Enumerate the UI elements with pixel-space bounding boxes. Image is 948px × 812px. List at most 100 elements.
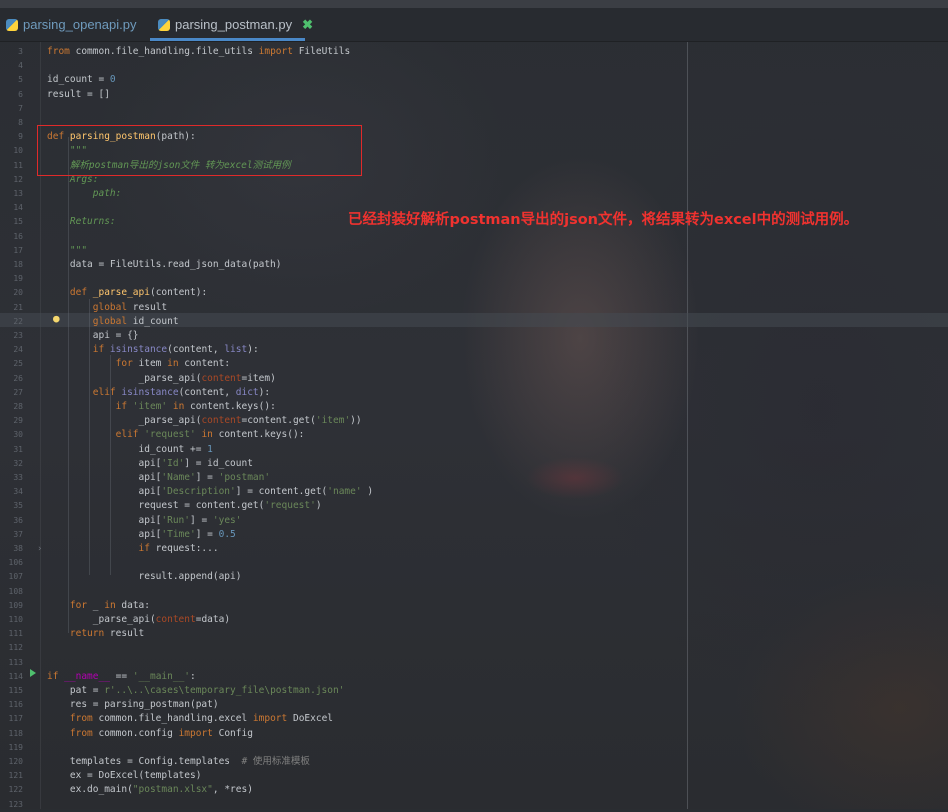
code-line[interactable]: 21 global result <box>0 301 948 315</box>
line-number: 106 <box>8 558 23 568</box>
code-line[interactable]: 123 <box>0 798 948 812</box>
code-line[interactable]: 5 id_count = 0 <box>0 73 948 87</box>
code-line[interactable]: 20 def _parse_api(content): <box>0 286 948 300</box>
code-line[interactable]: 108 <box>0 585 948 599</box>
code-line[interactable]: 4 <box>0 59 948 73</box>
line-number: 121 <box>8 771 23 781</box>
code-token: _parse_api( <box>47 614 156 625</box>
code-token: 'Name' <box>161 472 196 483</box>
code-line[interactable]: 109 for _ in data: <box>0 599 948 613</box>
lightbulb-icon[interactable]: ● <box>53 313 62 324</box>
code-text: ex = DoExcel(templates) <box>47 769 202 783</box>
code-line[interactable]: 16 <box>0 230 948 244</box>
line-number: 21 <box>13 302 23 312</box>
code-line[interactable]: 111 return result <box>0 627 948 641</box>
code-line[interactable]: 33 api['Name'] = 'postman' <box>0 471 948 485</box>
line-number: 110 <box>8 615 23 624</box>
code-line[interactable]: 32 api['Id'] = id_count <box>0 457 948 471</box>
code-line[interactable]: 36 api['Run'] = 'yes' <box>0 514 948 528</box>
code-text: pat = r'..\..\cases\temporary_file\postm… <box>47 684 345 698</box>
tab-parsing-postman[interactable]: parsing_postman.py ✖ <box>158 8 313 41</box>
code-line[interactable]: 19 <box>0 272 948 286</box>
code-line[interactable]: 120 templates = Config.templates # 使用标准模… <box>0 755 948 769</box>
code-line[interactable]: 115 pat = r'..\..\cases\temporary_file\p… <box>0 684 948 698</box>
code-line[interactable]: 23 api = {} <box>0 329 948 343</box>
code-line[interactable]: 122 ex.do_main("postman.xlsx", *res) <box>0 783 948 797</box>
code-line[interactable]: 31 id_count += 1 <box>0 443 948 457</box>
code-line[interactable]: 29 _parse_api(content=content.get('item'… <box>0 414 948 428</box>
code-text: global id_count <box>47 315 179 329</box>
code-line[interactable]: 22 global id_count <box>0 315 948 329</box>
tab-parsing-openapi[interactable]: parsing_openapi.py <box>6 8 136 41</box>
code-line[interactable]: 118 from common.config import Config <box>0 727 948 741</box>
line-number: 119 <box>8 742 23 752</box>
code-line[interactable]: 107 result.append(api) <box>0 570 948 584</box>
code-line[interactable]: 121 ex = DoExcel(templates) <box>0 769 948 783</box>
code-line[interactable]: 114 if __name__ == '__main__': <box>0 670 948 684</box>
line-number: 3 <box>18 47 23 56</box>
python-file-icon <box>6 18 18 31</box>
code-token: =item) <box>241 372 276 384</box>
code-token: if <box>47 543 156 554</box>
code-line[interactable]: 7 <box>0 102 948 116</box>
code-token: 'postman' <box>218 472 271 483</box>
run-icon[interactable] <box>30 669 36 677</box>
code-token: Returns: <box>47 216 116 228</box>
code-line[interactable]: 17 """ <box>0 244 948 258</box>
code-line[interactable]: 35 request = content.get('request') <box>0 499 948 513</box>
code-token: (content): <box>149 287 208 299</box>
code-line[interactable]: 28 if 'item' in content.keys(): <box>0 400 948 414</box>
code-token: for <box>47 599 93 611</box>
fold-expand-icon[interactable]: › <box>37 544 42 554</box>
code-line[interactable]: 26 _parse_api(content=item) <box>0 372 948 386</box>
code-token: list <box>224 344 248 356</box>
line-number: 25 <box>13 359 23 369</box>
code-line[interactable]: 27 elif isinstance(content, dict): <box>0 386 948 400</box>
code-token: (content, <box>167 344 225 356</box>
code-token: ex.do_main( <box>47 784 133 796</box>
code-line[interactable]: 106 <box>0 556 948 570</box>
code-token: (content, <box>178 386 236 398</box>
code-line[interactable]: 25 for item in content: <box>0 357 948 371</box>
code-token: request = content.get( <box>47 500 265 512</box>
line-number: 13 <box>13 189 23 198</box>
code-line[interactable]: 117 from common.file_handling.excel impo… <box>0 712 948 726</box>
code-text: api['Name'] = 'postman' <box>47 471 271 485</box>
code-line[interactable]: 37 api['Time'] = 0.5 <box>0 528 948 542</box>
annotation-text: 已经封装好解析postman导出的json文件，将结果转为excel中的测试用例… <box>348 212 859 228</box>
code-token: api[ <box>47 472 162 483</box>
code-line[interactable]: 13 path: <box>0 187 948 201</box>
code-token: in <box>167 358 185 370</box>
line-number: 12 <box>13 174 23 184</box>
line-number: 17 <box>13 245 23 255</box>
code-text: from common.file_handling.file_utils imp… <box>47 45 350 59</box>
close-tab-icon[interactable]: ✖ <box>302 17 313 33</box>
code-line[interactable]: 18 data = FileUtils.read_json_data(path) <box>0 258 948 272</box>
code-text: api['Id'] = id_count <box>47 457 253 471</box>
code-line[interactable]: 116 res = parsing_postman(pat) <box>0 698 948 712</box>
code-text: if request:... <box>47 542 219 556</box>
code-line[interactable]: 34 api['Description'] = content.get('nam… <box>0 485 948 499</box>
code-token: global <box>47 301 133 313</box>
code-text: elif 'request' in content.keys(): <box>47 428 305 442</box>
code-editor[interactable]: 3 from common.file_handling.file_utils im… <box>0 42 948 809</box>
line-number: 27 <box>13 387 23 397</box>
active-tab-indicator <box>150 38 305 41</box>
code-line[interactable]: 30 elif 'request' in content.keys(): <box>0 428 948 442</box>
code-token: 'item' <box>132 401 173 412</box>
code-line[interactable]: 6 result = [] <box>0 88 948 102</box>
code-token: == <box>109 670 133 682</box>
code-line[interactable]: 3 from common.file_handling.file_utils im… <box>0 45 948 59</box>
code-token: elif <box>47 386 122 398</box>
code-token: ): <box>247 344 259 356</box>
code-line[interactable]: 24 if isinstance(content, list): <box>0 343 948 357</box>
code-line[interactable]: 38 if request:... <box>0 542 948 556</box>
window-top-strip <box>0 0 948 8</box>
line-number: 22 <box>13 316 23 326</box>
code-line[interactable]: 112 <box>0 641 948 655</box>
code-line[interactable]: 110 _parse_api(content=data) <box>0 613 948 627</box>
code-token: item <box>138 358 168 370</box>
code-line[interactable]: 119 <box>0 741 948 755</box>
line-number: 117 <box>8 714 23 724</box>
code-line[interactable]: 113 <box>0 656 948 670</box>
